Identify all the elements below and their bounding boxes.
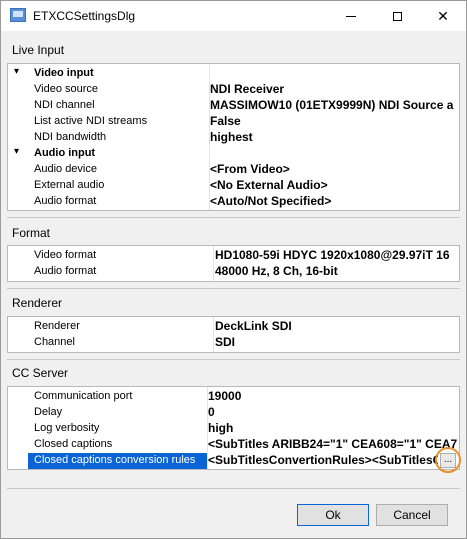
property-name: Audio format <box>34 195 97 207</box>
property-value[interactable]: DeckLink SDI <box>215 319 292 333</box>
property-row[interactable]: External audio <No External Audio> <box>8 178 459 194</box>
maximize-icon <box>392 11 402 21</box>
section-label-live-input: Live Input <box>12 43 65 57</box>
property-value[interactable]: <From Video> <box>210 162 290 176</box>
property-name: Closed captions <box>34 438 113 450</box>
property-row[interactable]: Video format HD1080-59i HDYC 1920x1080@2… <box>8 248 459 264</box>
property-value[interactable]: <No External Audio> <box>210 178 328 192</box>
category-video-input[interactable]: ▾ Video input <box>8 66 459 82</box>
close-icon: ✕ <box>437 7 449 24</box>
property-value[interactable]: highest <box>210 130 253 144</box>
property-value[interactable]: False <box>210 114 241 128</box>
section-label-renderer: Renderer <box>12 296 63 310</box>
separator <box>7 217 460 218</box>
property-row-selected[interactable]: Closed captions conversion rules <SubTit… <box>8 453 459 469</box>
property-value[interactable]: 19000 <box>208 389 241 403</box>
property-row[interactable]: List active NDI streams False <box>8 114 459 130</box>
property-name: Communication port <box>34 390 133 402</box>
format-property-grid: Video format HD1080-59i HDYC 1920x1080@2… <box>7 245 460 282</box>
minimize-icon <box>346 15 356 17</box>
category-label: Audio input <box>34 147 96 159</box>
section-label-cc-server: CC Server <box>12 366 69 380</box>
separator <box>7 488 460 489</box>
annotation-highlight-circle <box>435 447 461 473</box>
section-label-format: Format <box>12 226 51 240</box>
property-value[interactable]: NDI Receiver <box>210 82 284 96</box>
property-name: Channel <box>34 336 75 348</box>
property-row[interactable]: Audio device <From Video> <box>8 162 459 178</box>
property-row[interactable]: NDI bandwidth highest <box>8 130 459 146</box>
property-name: List active NDI streams <box>34 115 148 127</box>
window-title: ETXCCSettingsDlg <box>33 9 136 23</box>
close-button[interactable]: ✕ <box>420 1 466 31</box>
property-value[interactable]: <Auto/Not Specified> <box>210 194 331 208</box>
property-name: Renderer <box>34 320 80 332</box>
cc-server-property-grid: Communication port 19000 Delay 0 Log ver… <box>7 386 460 470</box>
property-row[interactable]: Delay 0 <box>8 405 459 421</box>
property-row[interactable]: Renderer DeckLink SDI <box>8 319 459 335</box>
separator <box>7 288 460 289</box>
property-value[interactable]: 48000 Hz, 8 Ch, 16-bit <box>215 264 338 278</box>
property-value[interactable]: high <box>208 421 233 435</box>
property-name: Audio format <box>34 265 97 277</box>
collapse-arrow-icon[interactable]: ▾ <box>14 146 19 157</box>
property-row[interactable]: Log verbosity high <box>8 421 459 437</box>
property-name: Log verbosity <box>34 422 100 434</box>
collapse-arrow-icon[interactable]: ▾ <box>14 66 19 77</box>
property-row[interactable]: Audio format 48000 Hz, 8 Ch, 16-bit <box>8 264 459 280</box>
category-label: Video input <box>34 67 94 79</box>
property-name: Video source <box>34 83 99 95</box>
property-name: NDI channel <box>34 99 95 111</box>
dialog-app-icon <box>10 8 26 22</box>
maximize-button[interactable] <box>374 1 420 31</box>
property-value[interactable]: HD1080-59i HDYC 1920x1080@29.97iT 16 <box>215 248 450 262</box>
property-value[interactable]: <SubTitles ARIBB24="1" CEA608="1" CEA7 <box>208 437 457 451</box>
property-row[interactable]: Channel SDI <box>8 335 459 351</box>
property-value[interactable]: <SubTitlesConvertionRules><SubTitlesCo <box>208 453 438 467</box>
title-bar: ETXCCSettingsDlg ✕ <box>1 1 466 31</box>
renderer-property-grid: Renderer DeckLink SDI Channel SDI <box>7 316 460 353</box>
separator <box>7 359 460 360</box>
property-value[interactable]: MASSIMOW10 (01ETX9999N) NDI Source a <box>210 98 453 112</box>
property-name: Audio device <box>34 163 97 175</box>
property-row[interactable]: Closed captions <SubTitles ARIBB24="1" C… <box>8 437 459 453</box>
ok-button[interactable]: Ok <box>297 504 369 526</box>
property-value[interactable]: 0 <box>208 405 215 419</box>
cancel-button[interactable]: Cancel <box>376 504 448 526</box>
property-name: NDI bandwidth <box>34 131 107 143</box>
property-name: Video format <box>34 249 97 261</box>
property-row[interactable]: Audio format <Auto/Not Specified> <box>8 194 459 210</box>
live-input-property-grid: ▾ Video input Video source NDI Receiver … <box>7 63 460 211</box>
property-value[interactable]: SDI <box>215 335 235 349</box>
property-row[interactable]: Video source NDI Receiver <box>8 82 459 98</box>
minimize-button[interactable] <box>328 1 374 31</box>
property-name: External audio <box>34 179 105 191</box>
settings-dialog: ETXCCSettingsDlg ✕ Live Input ▾ Video in… <box>0 0 467 539</box>
property-name: Delay <box>34 406 63 418</box>
property-row[interactable]: Communication port 19000 <box>8 389 459 405</box>
property-name: Closed captions conversion rules <box>34 454 196 466</box>
property-row[interactable]: NDI channel MASSIMOW10 (01ETX9999N) NDI … <box>8 98 459 114</box>
category-audio-input[interactable]: ▾ Audio input <box>8 146 459 162</box>
